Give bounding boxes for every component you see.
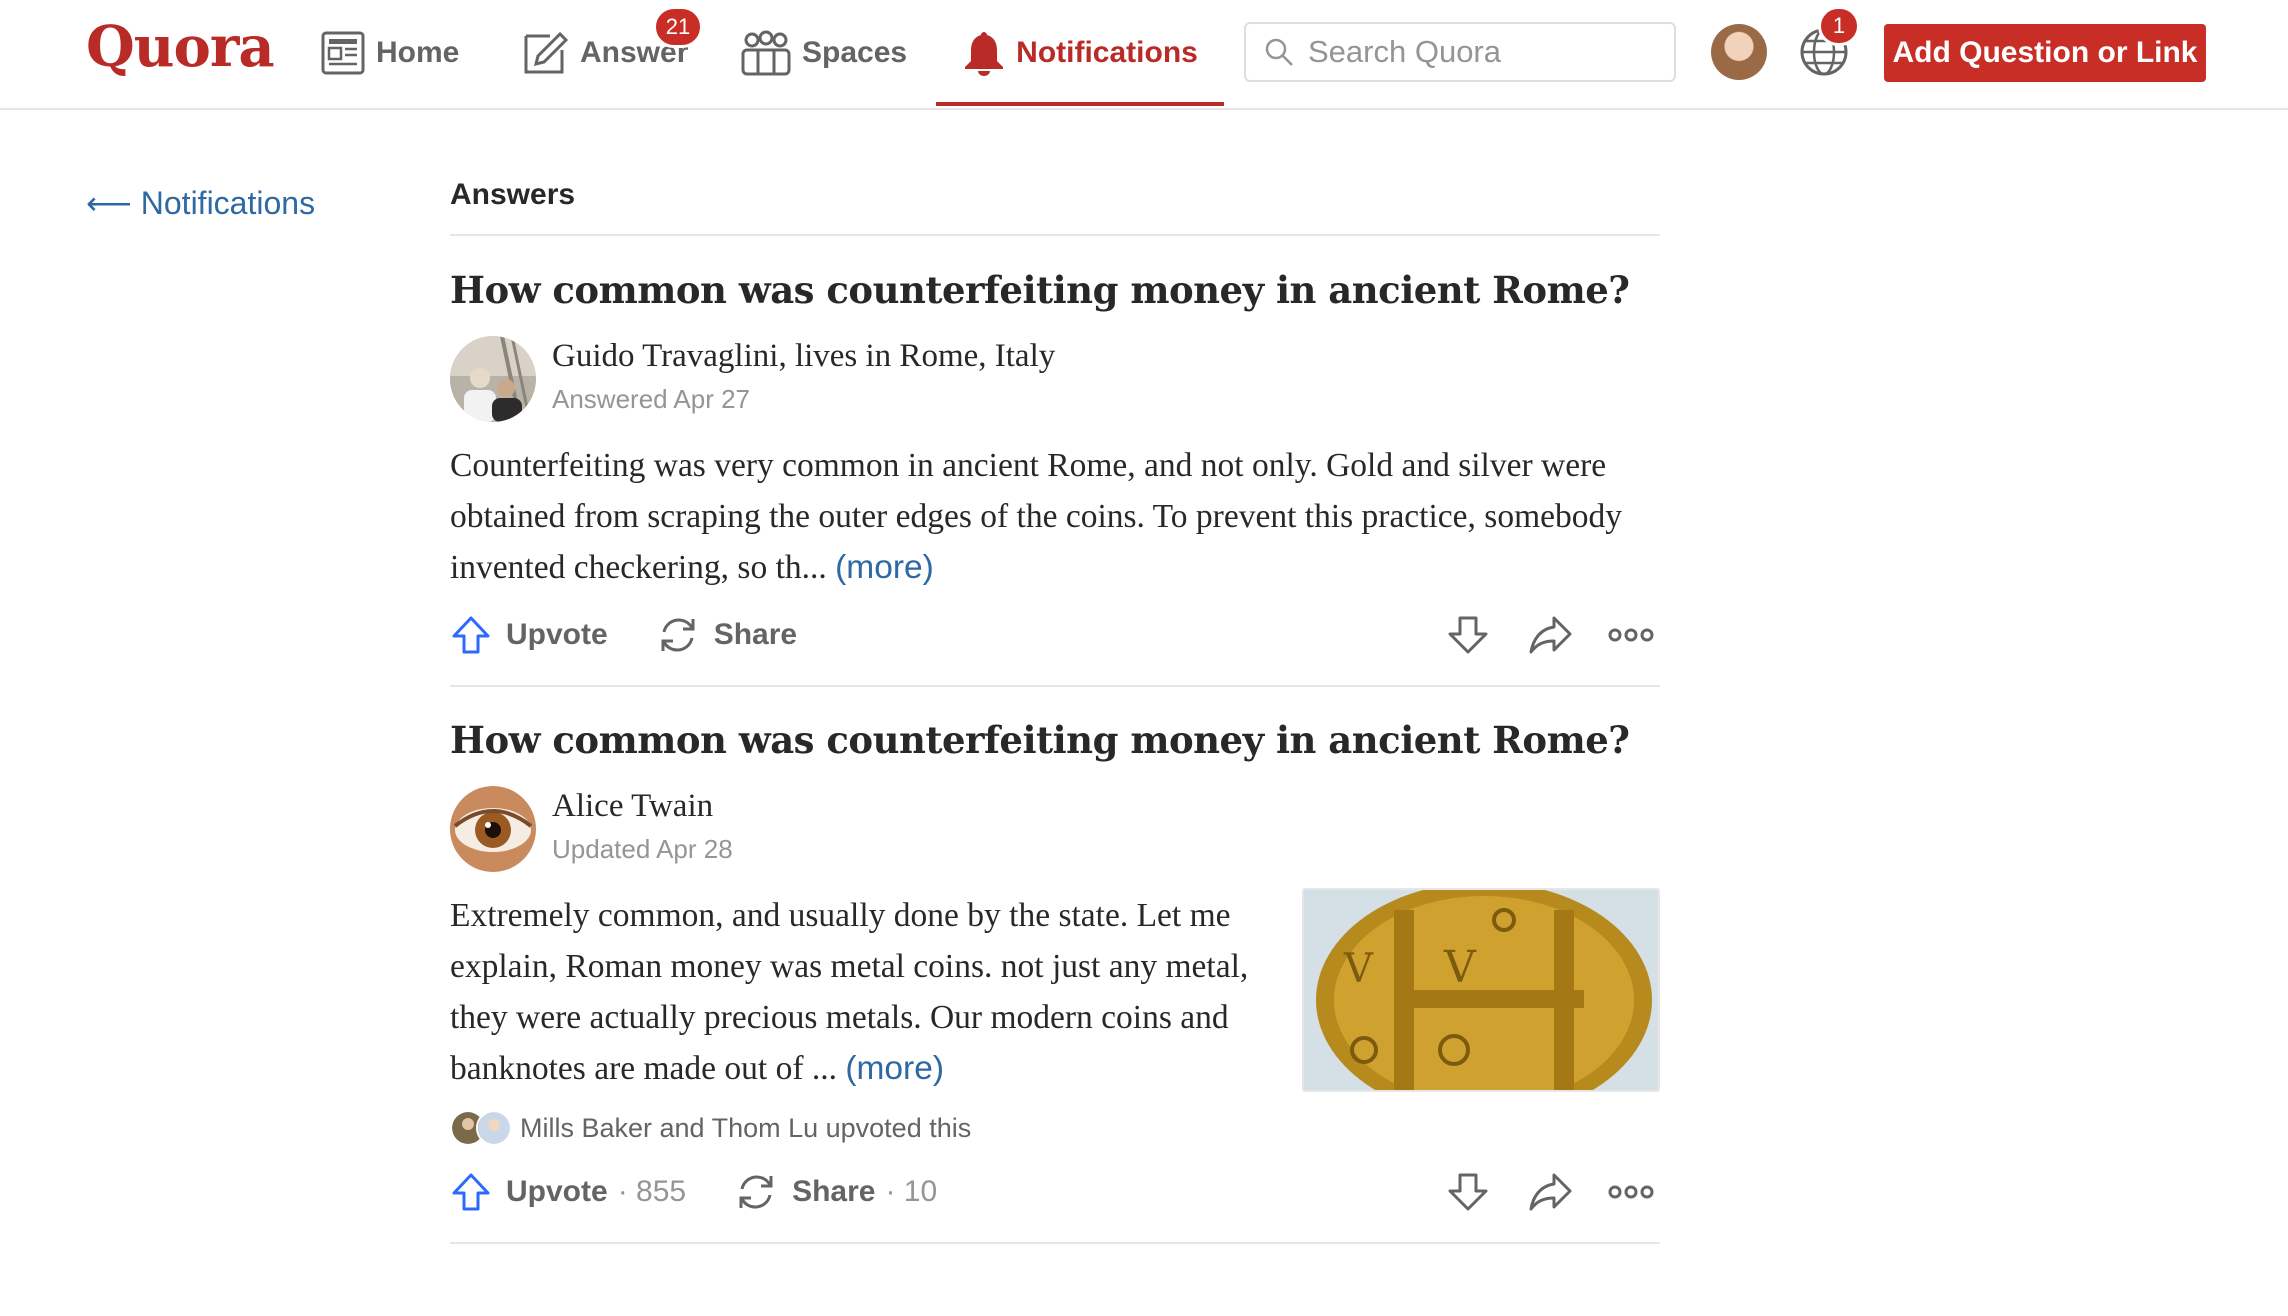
answer-count-badge: 21 [653,6,703,48]
bell-icon [965,32,1004,76]
share-label: Share [713,618,798,651]
forward-share-button[interactable] [1528,1171,1572,1213]
share-icon [661,618,695,652]
nav-spaces[interactable]: Spaces [740,0,907,106]
upvote-button[interactable]: Upvote · 855 [450,1171,686,1213]
question-title[interactable]: How common was counterfeiting money in a… [450,268,1630,312]
forward-share-icon [1529,616,1572,654]
more-options-button[interactable] [1608,625,1654,645]
answer-excerpt: Counterfeiting was very common in ancien… [450,440,1660,593]
downvote-button[interactable] [1446,614,1490,656]
divider [450,685,1660,687]
language-badge: 1 [1818,6,1860,46]
answer-actions: Upvote Share [450,610,1660,660]
share-button[interactable]: Share · 10 [734,1171,937,1213]
spaces-icon [741,30,791,76]
answer-date[interactable]: Updated Apr 28 [552,834,733,865]
answer-excerpt: Extremely common, and usually done by th… [450,890,1282,1094]
author-avatar[interactable] [450,786,536,872]
upvote-button[interactable]: Upvote [450,614,608,656]
author-photo-eye [450,786,536,872]
add-question-button[interactable]: Add Question or Link [1884,24,2206,82]
home-icon [321,31,365,75]
upvote-count: · 855 [617,1175,687,1208]
upvoted-by-text: Mills Baker and Thom Lu upvoted this [520,1112,972,1143]
more-dots-icon [1608,1185,1654,1199]
downvote-arrow-icon [1448,1173,1488,1211]
upvote-label: Upvote [506,618,608,651]
downvote-arrow-icon [1448,616,1488,654]
quora-logo[interactable]: Quora [86,14,275,80]
search-icon [1265,38,1293,66]
author-photo [450,336,536,422]
divider [450,1242,1660,1244]
user-avatar[interactable] [1711,24,1767,80]
top-navigation-bar: Quora Home Answer 21 Spaces Notification… [0,0,2288,110]
nav-notifications[interactable]: Notifications [936,0,1224,106]
svg-text:V: V [1443,942,1477,993]
more-link[interactable]: (more) [845,1050,944,1087]
author-avatar[interactable] [450,336,536,422]
nav-notifications-label: Notifications [1016,36,1198,69]
search-box[interactable] [1244,22,1676,82]
share-icon [739,1175,773,1209]
more-dots-icon [1608,628,1654,642]
more-link[interactable]: (more) [835,549,934,586]
nav-home[interactable]: Home [320,0,459,106]
nav-home-label: Home [376,36,460,69]
section-title: Answers [450,178,576,211]
answer-thumbnail[interactable]: V V [1302,888,1660,1092]
answer-date[interactable]: Answered Apr 27 [552,384,750,415]
answer-text: Counterfeiting was very common in ancien… [450,447,1622,586]
upvote-label: Upvote [506,1175,608,1208]
share-count: · 10 [885,1175,938,1208]
answer-actions: Upvote · 855 Share · 10 [450,1167,1660,1217]
author-name[interactable]: Guido Travaglini, lives in Rome, Italy [552,338,1055,375]
active-tab-indicator [936,102,1224,106]
answer-pencil-icon [524,31,569,74]
author-name[interactable]: Alice Twain [552,788,713,825]
nav-spaces-label: Spaces [802,36,908,69]
divider [450,234,1660,236]
forward-share-icon [1529,1173,1572,1211]
more-options-button[interactable] [1608,1182,1654,1202]
upvote-arrow-icon [452,616,490,654]
search-input[interactable] [1306,33,1650,71]
share-button[interactable]: Share [656,614,797,656]
upvoter-avatar [476,1110,512,1146]
svg-text:V: V [1343,946,1374,992]
downvote-button[interactable] [1446,1171,1490,1213]
gold-coin-image: V V [1304,890,1658,1090]
upvote-arrow-icon [452,1173,490,1211]
upvoted-by-row[interactable]: Mills Baker and Thom Lu upvoted this [450,1110,971,1146]
back-to-notifications-link[interactable]: ⟵ Notifications [86,184,315,222]
question-title[interactable]: How common was counterfeiting money in a… [450,718,1630,762]
share-label: Share [792,1175,876,1208]
forward-share-button[interactable] [1528,614,1572,656]
